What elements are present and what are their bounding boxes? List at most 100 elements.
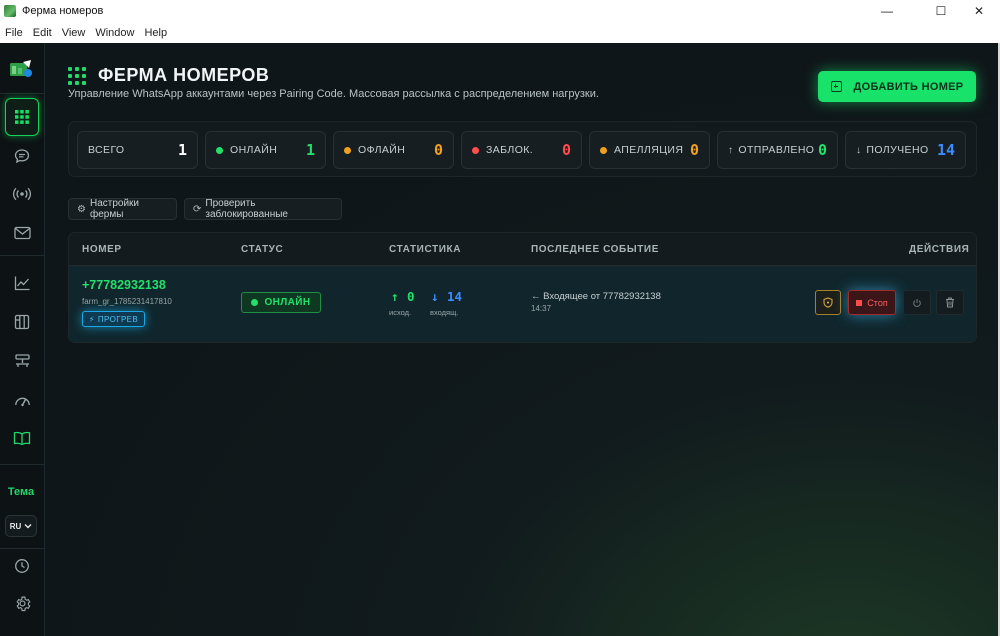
last-event-time: 14:37 <box>531 304 552 313</box>
refresh-icon: ⟳ <box>193 203 202 215</box>
stat-value: 0 <box>689 141 699 159</box>
page-header: ФЕРМА НОМЕРОВ <box>68 65 269 86</box>
app-area: Тема RU ФЕРМА НОМЕРОВ Управление WhatsAp… <box>0 43 998 636</box>
sidebar-item-dashboard[interactable] <box>5 383 39 417</box>
stat-label: ОФЛАЙН <box>358 144 406 156</box>
sidebar: Тема RU <box>0 43 45 636</box>
trash-icon <box>946 297 954 308</box>
sidebar-divider <box>0 255 45 256</box>
appeal-dot-icon <box>600 146 607 154</box>
chart-line-icon <box>14 276 29 291</box>
minimize-icon[interactable]: — <box>864 0 910 22</box>
menu-help[interactable]: Help <box>139 27 172 39</box>
sidebar-item-board[interactable] <box>5 305 39 339</box>
menu-file[interactable]: File <box>0 27 28 39</box>
warmup-label: ПРОГРЕВ <box>97 314 139 324</box>
sidebar-item-farm[interactable] <box>5 98 39 136</box>
stat-value: 14 <box>936 141 955 159</box>
sidebar-item-settings[interactable] <box>5 586 39 620</box>
kanban-icon <box>14 314 30 330</box>
stat-received: ↓ ПОЛУЧЕНО 14 <box>845 131 966 169</box>
mail-icon <box>13 226 31 240</box>
arrow-down-icon: ↓ <box>431 289 439 304</box>
warmup-badge[interactable]: ⚡︎ ПРОГРЕВ <box>82 311 145 327</box>
column-actions: ДЕЙСТВИЯ <box>909 244 970 255</box>
table-row[interactable]: +77782932138 farm_gr_1785231417810 ⚡︎ ПР… <box>69 266 976 342</box>
appeal-button[interactable] <box>815 290 841 315</box>
grid-icon <box>15 110 29 124</box>
stat-value: 0 <box>817 141 827 159</box>
plus-square-icon <box>830 81 842 92</box>
column-stats: СТАТИСТИКА <box>389 244 462 255</box>
language-value: RU <box>9 521 22 531</box>
sent-count: 0 <box>407 289 415 304</box>
stat-sent: ↑ ОТПРАВЛЕНО 0 <box>717 131 838 169</box>
blocked-dot-icon <box>472 146 479 154</box>
shield-icon <box>823 297 833 308</box>
sidebar-item-mail[interactable] <box>5 216 39 250</box>
table-header: НОМЕР СТАТУС СТАТИСТИКА ПОСЛЕДНЕЕ СОБЫТИ… <box>69 233 976 266</box>
power-button[interactable] <box>903 290 931 315</box>
gear-icon: ⚙ <box>77 203 86 215</box>
menu-view[interactable]: View <box>57 27 91 39</box>
stop-button[interactable]: Стоп <box>848 290 896 315</box>
stat-label: ВСЕГО <box>88 144 125 156</box>
check-blocked-button[interactable]: ⟳ Проверить заблокированные <box>184 198 342 220</box>
delete-button[interactable] <box>936 290 964 315</box>
stop-label: Стоп <box>867 297 888 308</box>
sidebar-item-broadcast[interactable] <box>5 177 39 211</box>
online-dot-icon <box>216 146 223 154</box>
column-last-event: ПОСЛЕДНЕЕ СОБЫТИЕ <box>531 244 659 255</box>
book-icon <box>13 431 31 445</box>
stat-label: ЗАБЛОК. <box>486 144 534 156</box>
app-icon <box>4 5 16 17</box>
stat-blocked: ЗАБЛОК. 0 <box>461 131 582 169</box>
sidebar-item-chats[interactable] <box>5 139 39 173</box>
check-blocked-label: Проверить заблокированные <box>205 198 288 220</box>
sidebar-item-history[interactable] <box>5 549 39 583</box>
sidebar-item-docs[interactable] <box>5 421 39 455</box>
stop-square-icon <box>856 299 863 306</box>
sent-label: исход. <box>389 308 412 317</box>
theme-toggle[interactable]: Тема <box>4 480 38 504</box>
page-subtitle: Управление WhatsApp аккаунтами через Pai… <box>68 88 599 100</box>
stat-label: ОТПРАВЛЕНО <box>738 144 815 156</box>
received-label: входящ. <box>430 308 459 317</box>
farm-settings-button[interactable]: ⚙ Настройки фермы <box>68 198 177 220</box>
window-title: Ферма номеров <box>22 5 104 17</box>
arrow-up-icon: ↑ <box>391 289 399 304</box>
stat-appeal: АПЕЛЛЯЦИЯ 0 <box>589 131 710 169</box>
page-title: ФЕРМА НОМЕРОВ <box>98 65 270 85</box>
stat-value: 1 <box>177 141 187 159</box>
numbers-table: НОМЕР СТАТУС СТАТИСТИКА ПОСЛЕДНЕЕ СОБЫТИ… <box>68 232 977 343</box>
stats-panel: ВСЕГО 1 ОНЛАЙН 1 ОФЛАЙН 0 ЗАБЛОК. 0 АПЕЛ… <box>68 121 977 177</box>
stat-value: 0 <box>561 141 571 159</box>
stat-online: ОНЛАЙН 1 <box>205 131 326 169</box>
add-number-label: ДОБАВИТЬ НОМЕР <box>853 80 964 93</box>
stat-label: АПЕЛЛЯЦИЯ <box>614 144 684 156</box>
gauge-icon <box>14 397 30 407</box>
close-icon[interactable]: ✕ <box>956 0 1000 22</box>
column-number: НОМЕР <box>82 244 122 255</box>
logo-icon <box>10 60 32 77</box>
last-event-text: ← Входящее от 77782932138 <box>531 291 661 302</box>
language-select[interactable]: RU <box>5 515 37 537</box>
sidebar-item-analytics[interactable] <box>5 266 39 300</box>
menu-edit[interactable]: Edit <box>28 27 57 39</box>
gear-icon <box>16 596 30 611</box>
sidebar-divider <box>0 93 45 94</box>
add-number-button[interactable]: ДОБАВИТЬ НОМЕР <box>818 71 976 102</box>
stat-value: 0 <box>433 141 443 159</box>
offline-dot-icon <box>344 146 351 154</box>
menu-window[interactable]: Window <box>90 27 139 39</box>
phone-number[interactable]: +77782932138 <box>82 278 166 292</box>
stat-value: 1 <box>305 141 315 159</box>
chevron-down-icon <box>24 524 32 529</box>
stat-label: ОНЛАЙН <box>230 144 278 156</box>
power-icon <box>913 298 921 307</box>
menu-bar: File Edit View Window Help <box>0 22 1000 43</box>
session-id: farm_gr_1785231417810 <box>82 297 172 306</box>
arrow-up-icon: ↑ <box>728 144 734 156</box>
sidebar-item-network[interactable] <box>5 344 39 378</box>
window-titlebar: Ферма номеров — ☐ ✕ <box>0 0 1000 22</box>
